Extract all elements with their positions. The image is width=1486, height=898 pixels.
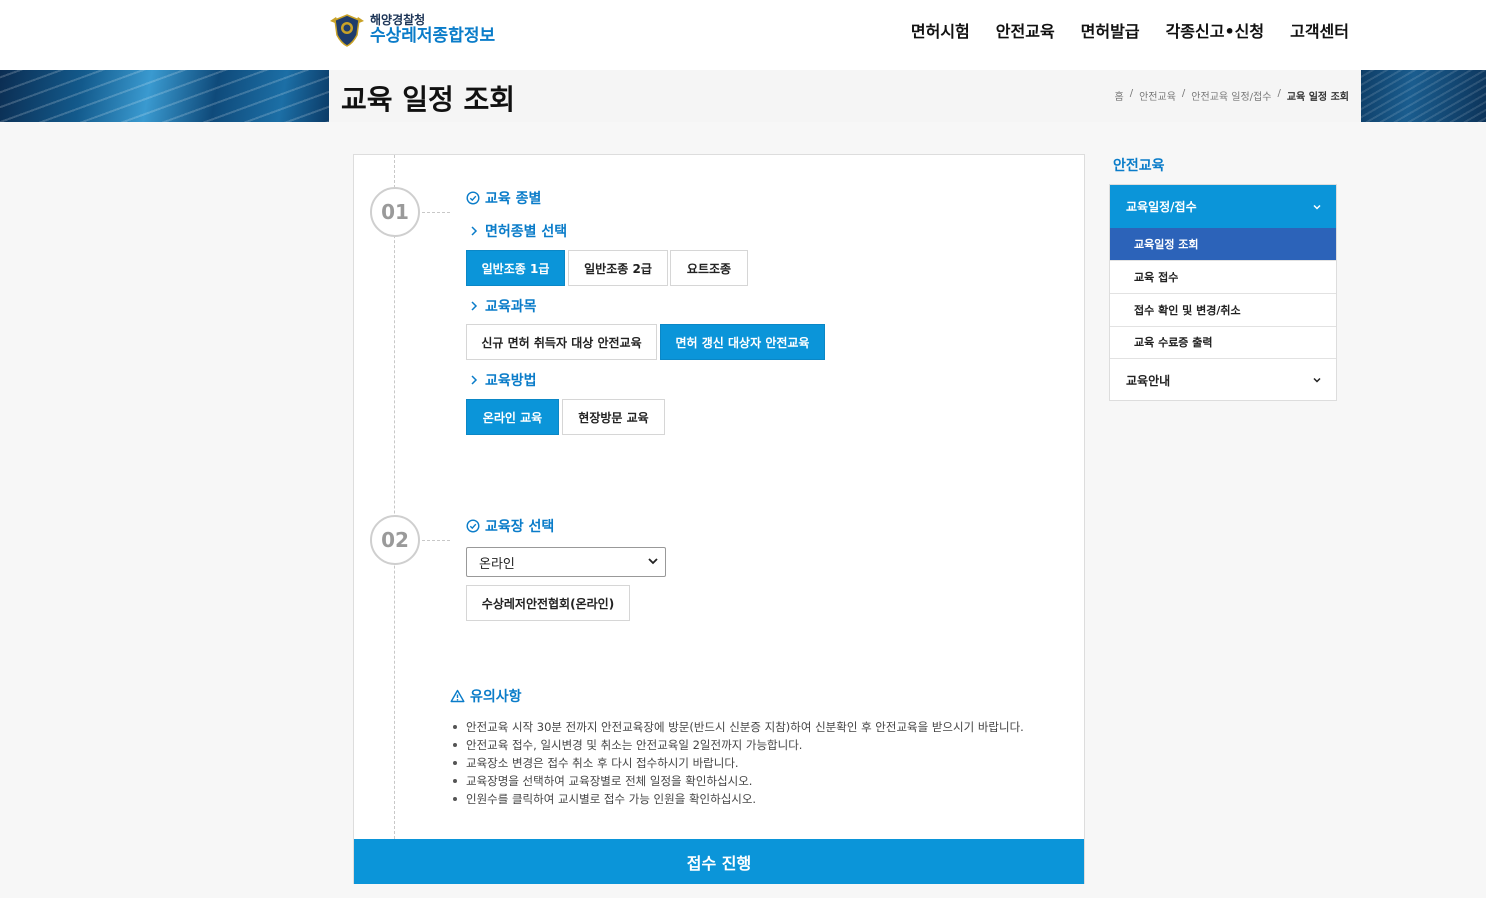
- chevron-down-icon: [1313, 377, 1321, 383]
- notice-title: 유의사항: [470, 689, 522, 705]
- chevron-right-icon: [471, 375, 478, 385]
- warning-icon: [450, 689, 465, 703]
- section-title-label: 교육 종별: [485, 191, 542, 207]
- main-nav: 면허시험 안전교육 면허발급 각종신고•신청 고객센터: [911, 18, 1349, 42]
- section-title-label: 교육장 선택: [485, 519, 555, 535]
- breadcrumb-home[interactable]: 홈: [1115, 88, 1124, 103]
- method-onsite[interactable]: 현장방문 교육: [562, 399, 665, 435]
- site-logo[interactable]: 해양경찰청 수상레저종합정보: [328, 10, 495, 50]
- chevron-right-icon: [471, 301, 478, 311]
- chevron-down-icon: [648, 558, 658, 565]
- venue-button[interactable]: 수상레저안전협회(온라인): [466, 585, 630, 621]
- sidebar-group-label: 교육일정/접수: [1126, 200, 1197, 214]
- license-type-heading: 면허종별 선택: [470, 221, 567, 241]
- nav-safety-education[interactable]: 안전교육: [996, 18, 1055, 42]
- chevron-right-icon: [471, 226, 478, 236]
- step-connector-line: [394, 155, 395, 839]
- coast-guard-emblem-icon: [330, 14, 364, 47]
- step-number-01: 01: [370, 187, 420, 237]
- sidebar-item-schedule-inquiry[interactable]: 교육일정 조회: [1110, 228, 1336, 261]
- step-dash: [422, 212, 450, 213]
- notice-item: 교육장명을 선택하여 교육장별로 전체 일정을 확인하십시오.: [452, 772, 1024, 790]
- submit-registration-button[interactable]: 접수 진행: [354, 839, 1084, 884]
- sidebar-item-registration[interactable]: 교육 접수: [1110, 261, 1336, 294]
- notice-item: 안전교육 시작 30분 전까지 안전교육장에 방문(반드시 신분증 지참)하여 …: [452, 718, 1024, 736]
- breadcrumb-separator: /: [1181, 88, 1186, 99]
- method-online[interactable]: 온라인 교육: [466, 399, 559, 435]
- step-number-02: 02: [370, 515, 420, 565]
- sidebar-item-certificate-print[interactable]: 교육 수료증 출력: [1110, 326, 1336, 359]
- notice-item: 인원수를 클릭하여 교시별로 접수 가능 인원을 확인하십시오.: [452, 790, 1024, 808]
- breadcrumb: 홈 / 안전교육 / 안전교육 일정/접수 / 교육 일정 조회: [1115, 88, 1349, 103]
- venue-region-value: 온라인: [479, 556, 515, 572]
- course-label: 교육과목: [485, 299, 537, 315]
- nav-customer-center[interactable]: 고객센터: [1290, 18, 1349, 42]
- notice-item: 안전교육 접수, 일시변경 및 취소는 안전교육일 2일전까지 가능합니다.: [452, 736, 1024, 754]
- sidebar-group-schedule-registration[interactable]: 교육일정/접수: [1110, 185, 1336, 228]
- check-circle-icon: [466, 191, 480, 205]
- breadcrumb-schedule-registration[interactable]: 안전교육 일정/접수: [1191, 88, 1271, 103]
- service-name: 수상레저종합정보: [370, 26, 496, 47]
- sidebar-item-confirm-change-cancel[interactable]: 접수 확인 및 변경/취소: [1110, 294, 1336, 327]
- breadcrumb-safety-education[interactable]: 안전교육: [1139, 88, 1176, 103]
- sidebar-group-label: 교육안내: [1126, 373, 1171, 388]
- check-circle-icon: [466, 519, 480, 533]
- section-title-education-type: 교육 종별: [466, 188, 541, 208]
- method-heading: 교육방법: [470, 370, 537, 390]
- breadcrumb-separator: /: [1277, 88, 1281, 99]
- ocean-banner-image-right: [1361, 70, 1486, 122]
- license-type-general-2[interactable]: 일반조종 2급: [568, 250, 668, 286]
- course-heading: 교육과목: [470, 296, 537, 316]
- course-license-renewal[interactable]: 면허 갱신 대상자 안전교육: [660, 324, 825, 360]
- license-type-yacht[interactable]: 요트조종: [670, 250, 748, 286]
- notice-list: 안전교육 시작 30분 전까지 안전교육장에 방문(반드시 신분증 지참)하여 …: [452, 718, 1024, 808]
- nav-reports-applications[interactable]: 각종신고•신청: [1166, 18, 1265, 42]
- sidebar-menu: 교육일정/접수 교육일정 조회 교육 접수 접수 확인 및 변경/취소 교육 수…: [1109, 184, 1337, 401]
- venue-region-select[interactable]: 온라인: [466, 547, 666, 577]
- step-dash: [422, 540, 450, 541]
- notice-heading: 유의사항: [450, 686, 522, 706]
- chevron-down-icon: [1313, 204, 1321, 210]
- nav-license-exam[interactable]: 면허시험: [911, 18, 970, 42]
- top-header: 해양경찰청 수상레저종합정보 면허시험 안전교육 면허발급 각종신고•신청 고객…: [0, 0, 1486, 70]
- course-new-license[interactable]: 신규 면허 취득자 대상 안전교육: [466, 324, 657, 360]
- method-label: 교육방법: [485, 373, 537, 389]
- sidebar-title: 안전교육: [1113, 158, 1165, 174]
- license-type-label: 면허종별 선택: [485, 224, 568, 240]
- license-type-general-1[interactable]: 일반조종 1급: [466, 250, 565, 286]
- section-title-venue: 교육장 선택: [466, 516, 554, 536]
- sidebar-group-education-guide[interactable]: 교육안내: [1110, 359, 1336, 401]
- nav-license-issue[interactable]: 면허발급: [1081, 18, 1140, 42]
- breadcrumb-separator: /: [1129, 88, 1134, 99]
- ocean-banner-image-left: [0, 70, 329, 122]
- breadcrumb-current: 교육 일정 조회: [1286, 92, 1349, 103]
- page-title: 교육 일정 조회: [341, 83, 516, 116]
- notice-item: 교육장소 변경은 접수 취소 후 다시 접수하시기 바랍니다.: [452, 754, 1024, 772]
